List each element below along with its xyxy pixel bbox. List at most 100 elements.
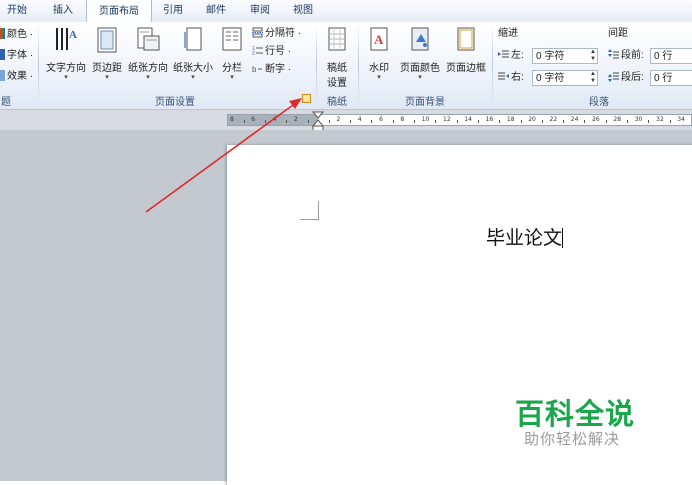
page-color-icon: [411, 27, 429, 51]
indent-left-input[interactable]: 0 字符 ▲ ▼: [532, 48, 598, 64]
ruler-tick: [669, 120, 671, 123]
ruler-number: 28: [613, 116, 622, 123]
ruler-number: 4: [357, 116, 362, 123]
theme-fonts-button[interactable]: 字体 ·: [0, 48, 33, 64]
indent-left-icon: [498, 50, 509, 58]
dropdown-arrow-icon: ▾: [105, 74, 109, 81]
ruler-tick: [307, 120, 309, 123]
ruler-number: 24: [570, 116, 579, 123]
dropdown-arrow-icon: ▾: [418, 74, 422, 81]
ruler-tick: [456, 120, 458, 123]
spacing-after-input[interactable]: 0 行: [650, 70, 692, 86]
ruler-tick: [435, 120, 437, 123]
ruler-tick: [584, 120, 586, 123]
theme-colors-button[interactable]: 颜色 ·: [0, 27, 33, 43]
page-borders-icon: [457, 27, 475, 51]
indent-right-input[interactable]: 0 字符 ▲ ▼: [532, 70, 598, 86]
theme-fonts-label: 字体 ·: [7, 50, 34, 61]
tab-page-layout[interactable]: 页面布局: [86, 0, 152, 22]
tab-view[interactable]: 视图: [284, 0, 322, 22]
margins-icon: [97, 27, 117, 53]
watermark-button[interactable]: A 水印 ▾: [362, 26, 396, 82]
ruler-tick: [392, 120, 394, 123]
ruler-tick: [286, 120, 288, 123]
breaks-icon: [252, 27, 263, 38]
manuscript-label-line1: 稿纸: [327, 63, 347, 74]
page-borders-button[interactable]: 页面边框: [444, 26, 488, 74]
group-divider: [358, 24, 359, 106]
ruler-number: 34: [677, 116, 685, 123]
tab-review[interactable]: 审阅: [241, 0, 279, 22]
ruler-tick: [605, 120, 607, 123]
tab-insert[interactable]: 插入: [44, 0, 82, 22]
page-borders-label: 页面边框: [446, 63, 486, 74]
svg-text:2: 2: [252, 51, 255, 56]
document-title-text: 毕业论文: [486, 227, 563, 249]
tab-home[interactable]: 开始: [0, 0, 34, 22]
dropdown-arrow-icon: ▾: [377, 74, 381, 81]
ruler-tick: [371, 120, 373, 123]
tab-references[interactable]: 引用: [154, 0, 192, 22]
text-cursor: [562, 228, 564, 248]
ruler-number: 8: [230, 116, 234, 123]
paper-size-icon: [184, 27, 202, 51]
manuscript-settings-button[interactable]: 稿纸 设置: [320, 26, 354, 89]
columns-icon: [222, 27, 242, 51]
indent-right-label: 右:: [498, 70, 524, 86]
ruler-number: 4: [272, 116, 277, 123]
paragraph-group-label: 段落: [589, 97, 609, 108]
ruler-tick: [627, 120, 629, 123]
line-numbers-icon: 12: [252, 46, 263, 56]
orientation-label: 纸张方向: [128, 63, 168, 74]
ruler-number: 10: [421, 116, 430, 123]
breaks-button[interactable]: 分隔符 ·: [252, 26, 301, 42]
spinner-arrows-icon[interactable]: ▲ ▼: [590, 71, 596, 85]
page-color-label: 页面颜色: [400, 63, 440, 74]
size-label: 纸张大小: [173, 63, 213, 74]
spinner-arrows-icon[interactable]: ▲ ▼: [590, 49, 596, 63]
indent-title: 缩进: [498, 28, 518, 39]
spacing-before-label: 段前:: [608, 48, 644, 64]
columns-label: 分栏: [222, 63, 242, 74]
ruler-tick: [499, 120, 501, 123]
dropdown-arrow-icon: ▾: [191, 74, 195, 81]
ruler-tick: [520, 120, 522, 123]
document-title[interactable]: 毕业论文: [486, 223, 564, 250]
ruler-tick: [648, 120, 650, 123]
page-setup-group-label: 页面设置: [155, 97, 195, 108]
svg-text:A: A: [374, 32, 384, 47]
watermark-tagline: 助你轻松解决: [524, 430, 621, 448]
size-button[interactable]: 纸张大小 ▾: [171, 26, 215, 82]
spacing-before-icon: [608, 49, 619, 59]
theme-effects-button[interactable]: 效果 ·: [0, 69, 33, 85]
line-numbers-label: 行号 ·: [265, 46, 292, 57]
hyphenation-button[interactable]: b 断字 ·: [252, 62, 291, 78]
columns-button[interactable]: 分栏 ▾: [216, 26, 248, 82]
horizontal-ruler[interactable]: 8 6 4 2 2 4 6 8 10 12 14 16 18 20 22 24 26 28 30 32 34: [227, 114, 692, 126]
manuscript-group-label: 稿纸: [327, 97, 347, 108]
line-numbers-button[interactable]: 1 2 行号 ·: [252, 44, 291, 60]
hyphenation-icon: b: [252, 65, 262, 74]
ruler-number: 2: [336, 116, 341, 123]
ruler-number: 26: [592, 116, 600, 123]
indent-left-label: 左:: [498, 48, 524, 64]
page-color-button[interactable]: 页面颜色 ▾: [398, 26, 442, 82]
margins-button[interactable]: 页边距 ▾: [89, 26, 125, 82]
ruler-tick: [264, 120, 266, 123]
group-divider: [316, 24, 317, 106]
document-page[interactable]: 毕业论文 百科全说 助你轻松解决: [227, 145, 692, 485]
effects-icon: [0, 70, 5, 81]
ruler-tick: [243, 120, 245, 123]
orientation-button[interactable]: 纸张方向 ▾: [126, 26, 170, 82]
group-divider: [38, 24, 39, 106]
ruler-number: 18: [506, 116, 515, 123]
ruler-number: 6: [379, 116, 383, 123]
group-divider: [492, 24, 493, 106]
ribbon-tab-bar: 开始 插入 页面布局 引用 邮件 审阅 视图: [0, 0, 692, 23]
text-direction-button[interactable]: A 文字方向 ▾: [44, 26, 88, 82]
tab-mailings[interactable]: 邮件: [197, 0, 235, 22]
spacing-before-input[interactable]: 0 行: [650, 48, 692, 64]
ruler-tick: [563, 120, 565, 123]
page-setup-dialog-launcher[interactable]: [302, 94, 311, 103]
dropdown-arrow-icon: ▾: [146, 74, 150, 81]
